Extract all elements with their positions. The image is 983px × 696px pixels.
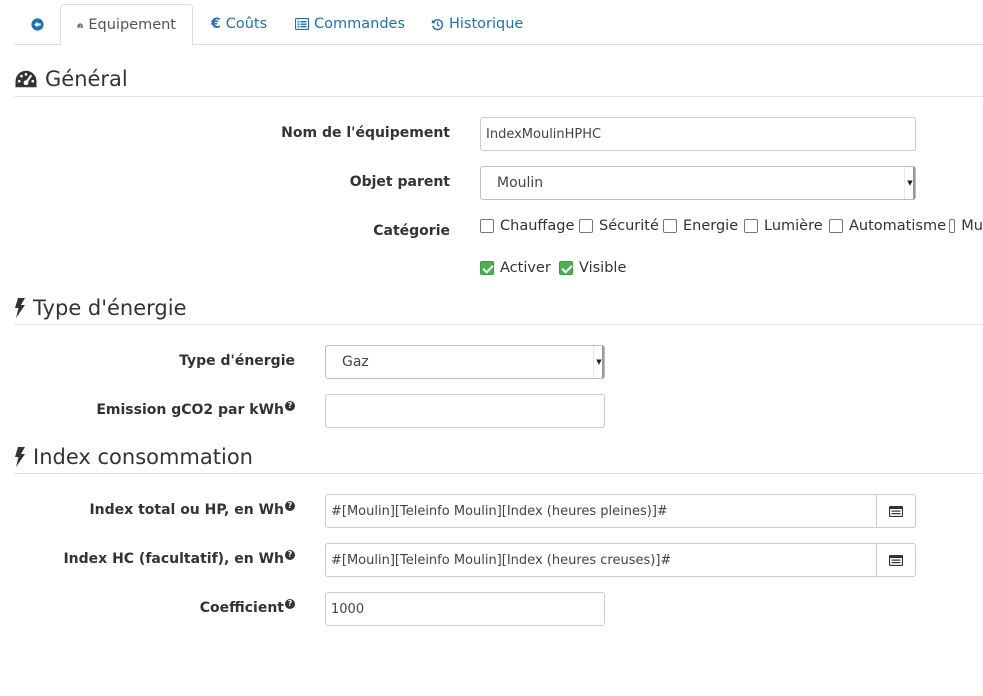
tab-equipement[interactable]: Equipement xyxy=(60,4,193,46)
index-hc-input[interactable]: #[Moulin][Teleinfo Moulin][Index (heures… xyxy=(325,543,877,577)
energy-type-label: Type d'énergie xyxy=(179,353,295,369)
coefficient-label-text: Coefficient xyxy=(199,600,284,616)
checkbox-automatisme[interactable] xyxy=(829,219,843,233)
category-multimedia[interactable]: Mu xyxy=(949,218,983,234)
emission-label: Emission gCO2 par kWh? xyxy=(96,401,295,418)
name-label: Nom de l'équipement xyxy=(281,125,450,141)
history-icon xyxy=(431,18,444,30)
activer-label: Activer xyxy=(500,260,551,276)
category-label: Catégorie xyxy=(373,223,450,239)
category-lumiere-label: Lumière xyxy=(764,218,823,234)
tab-couts[interactable]: € Coûts xyxy=(195,4,283,44)
checkbox-chauffage[interactable] xyxy=(480,219,494,233)
index-hc-label: Index HC (facultatif), en Wh? xyxy=(63,550,295,567)
chevron-down-icon: ▼ xyxy=(593,346,604,378)
category-chauffage-label: Chauffage xyxy=(500,218,575,234)
category-multimedia-label: Mu xyxy=(961,218,983,234)
euro-icon: € xyxy=(211,16,221,32)
category-automatisme[interactable]: Automatisme xyxy=(829,218,946,234)
tab-historique-label: Historique xyxy=(449,16,524,32)
list-alt-icon xyxy=(295,18,309,30)
tab-historique[interactable]: Historique xyxy=(415,4,539,44)
category-automatisme-label: Automatisme xyxy=(849,218,946,234)
question-circle-icon[interactable]: ? xyxy=(285,550,295,560)
question-circle-icon[interactable]: ? xyxy=(285,401,295,411)
checkbox-energie[interactable] xyxy=(663,219,677,233)
section-energy-title: Type d'énergie xyxy=(14,296,187,320)
index-hp-input[interactable]: #[Moulin][Teleinfo Moulin][Index (heures… xyxy=(325,494,877,528)
tachometer-icon xyxy=(15,70,37,88)
index-hc-label-text: Index HC (facultatif), en Wh xyxy=(63,551,284,567)
index-hp-picker-button[interactable] xyxy=(877,494,916,528)
category-energie[interactable]: Energie xyxy=(663,218,738,234)
section-general-divider xyxy=(14,96,983,97)
checkbox-multimedia[interactable] xyxy=(949,219,956,233)
section-index-divider xyxy=(14,473,983,474)
section-general-title: Général xyxy=(14,67,128,91)
category-securite-label: Sécurité xyxy=(599,218,659,234)
index-hc-picker-button[interactable] xyxy=(877,543,916,577)
checkbox-lumiere[interactable] xyxy=(744,219,758,233)
energy-type-value: Gaz xyxy=(342,354,369,370)
checkbox-activer[interactable] xyxy=(480,261,494,275)
tachometer-icon xyxy=(77,22,83,28)
section-energy-label: Type d'énergie xyxy=(33,296,187,320)
name-input[interactable]: IndexMoulinHPHC xyxy=(480,117,916,151)
section-index-title: Index consommation xyxy=(14,445,253,469)
parent-label: Objet parent xyxy=(349,174,450,190)
visible-toggle[interactable]: Visible xyxy=(559,260,626,276)
section-general-label: Général xyxy=(45,67,128,91)
checkbox-visible[interactable] xyxy=(559,261,573,275)
category-chauffage[interactable]: Chauffage xyxy=(480,218,574,234)
list-alt-icon xyxy=(889,554,903,566)
tab-commandes-label: Commandes xyxy=(314,16,406,32)
arrow-circle-left-icon xyxy=(30,17,44,31)
index-hp-label: Index total ou HP, en Wh? xyxy=(89,501,295,518)
section-index-label: Index consommation xyxy=(33,445,253,469)
category-securite[interactable]: Sécurité xyxy=(579,218,659,234)
bolt-icon xyxy=(15,447,25,467)
question-circle-icon[interactable]: ? xyxy=(285,599,295,609)
tab-couts-label: Coûts xyxy=(225,16,268,32)
category-energie-label: Energie xyxy=(683,218,739,234)
activer-toggle[interactable]: Activer xyxy=(480,260,551,276)
section-energy-divider xyxy=(14,324,983,325)
bolt-icon xyxy=(15,298,25,318)
coefficient-input[interactable]: 1000 xyxy=(325,592,605,626)
chevron-down-icon: ▼ xyxy=(904,167,915,199)
energy-type-select[interactable]: Gaz ▼ xyxy=(325,345,605,379)
question-circle-icon[interactable]: ? xyxy=(285,501,295,511)
index-hp-label-text: Index total ou HP, en Wh xyxy=(89,502,284,518)
tab-equipement-label: Equipement xyxy=(88,17,176,33)
checkbox-securite[interactable] xyxy=(579,219,593,233)
tab-back[interactable] xyxy=(14,4,60,44)
coefficient-label: Coefficient? xyxy=(200,599,295,616)
emission-input[interactable] xyxy=(325,394,605,428)
visible-label: Visible xyxy=(579,260,627,276)
list-alt-icon xyxy=(889,505,903,517)
tab-commandes[interactable]: Commandes xyxy=(279,4,421,44)
parent-select-value: Moulin xyxy=(497,175,544,191)
emission-label-text: Emission gCO2 par kWh xyxy=(96,402,284,418)
category-lumiere[interactable]: Lumière xyxy=(744,218,823,234)
parent-select[interactable]: Moulin ▼ xyxy=(480,166,916,200)
